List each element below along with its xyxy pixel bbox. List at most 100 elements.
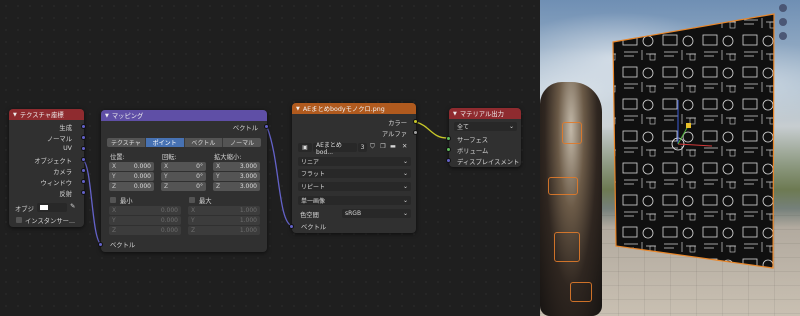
pan-icon[interactable] [779,32,787,40]
input-surface: サーフェス [457,137,489,144]
socket-window[interactable] [81,179,86,184]
location-z[interactable]: Z 0.000 [109,182,154,191]
triangle-down-icon[interactable]: ▼ [296,106,300,112]
target-dropdown[interactable]: 全て ⌄ [454,122,517,131]
location-x[interactable]: X 0.000 [109,162,154,171]
socket-surface[interactable] [446,136,451,141]
node-editor[interactable]: ▼ テクスチャ座標 生成 ノーマル UV オブジェクト カメラ ウィンドウ 反射… [0,0,540,316]
close-icon[interactable]: ✕ [402,143,407,150]
mapping-type-tabs[interactable]: テクスチャ ポイント ベクトル ノーマル [107,138,261,147]
output-camera: カメラ [53,169,72,176]
socket-reflection[interactable] [81,190,86,195]
texture-coordinate-node[interactable]: ▼ テクスチャ座標 生成 ノーマル UV オブジェクト カメラ ウィンドウ 反射… [9,109,86,227]
scale-z[interactable]: Z 3.000 [213,182,260,191]
location-y[interactable]: Y 0.000 [109,172,154,181]
max-checkbox[interactable] [189,197,195,203]
max-x: X 1.000 [188,206,260,215]
eyedropper-icon[interactable]: ✎ [70,203,75,210]
triangle-down-icon[interactable]: ▼ [13,112,17,118]
fake-user-shield-icon[interactable]: ⛉ [370,143,375,151]
output-object: オブジェクト [34,158,72,165]
min-checkbox[interactable] [110,197,116,203]
tab-point[interactable]: ポイント [145,138,185,147]
mapping-node[interactable]: ▼ マッピング ベクトル テクスチャ ポイント ベクトル ノーマル 位置: 回転… [98,110,269,252]
socket-alpha[interactable] [413,130,418,135]
node-title: テクスチャ座標 [19,112,64,119]
socket-displacement[interactable] [446,158,451,163]
zoom-icon[interactable] [779,18,787,26]
projection-dropdown[interactable]: フラット ⌄ [298,169,411,178]
input-volume: ボリューム [457,148,489,155]
chevron-down-icon: ⌄ [402,197,408,204]
socket-vector-out[interactable] [264,124,269,129]
image-name-field[interactable]: AEまとめbod... [313,142,357,156]
rotation-x[interactable]: X 0° [161,162,206,171]
object-label: オブジ [15,206,34,213]
chevron-down-icon: ⌄ [508,123,514,130]
node-title: マテリアル出力 [459,111,504,118]
socket-object[interactable] [81,157,86,162]
node-title: AEまとめbodyモノクロ.png [302,106,385,113]
triangle-down-icon[interactable]: ▼ [105,113,109,119]
duplicate-icon[interactable]: ❐ [380,143,386,150]
max-label: 最大 [199,198,212,205]
tab-vector[interactable]: ベクトル [184,138,224,147]
link-mapping-to-image [266,126,293,227]
socket-vector-in[interactable] [98,242,103,247]
node-header[interactable]: ▼ マッピング [101,110,267,121]
image-browse-button[interactable]: ▣ [298,143,312,152]
socket-volume[interactable] [446,147,451,152]
socket-camera[interactable] [81,168,86,173]
image-users-count[interactable]: 3 [358,143,367,152]
scale-label: 拡大縮小: [214,154,242,161]
node-header[interactable]: ▼ テクスチャ座標 [9,109,84,120]
socket-color[interactable] [413,119,418,124]
max-z: Z 1.000 [188,226,260,235]
output-reflection: 反射 [59,191,72,198]
tab-normal[interactable]: ノーマル [223,138,261,147]
socket-vector-in[interactable] [289,224,294,229]
image-texture-node[interactable]: ▼ AEまとめbodyモノクロ.png カラー アルファ ▣ AEまとめbod.… [289,103,418,233]
node-header[interactable]: ▼ AEまとめbodyモノクロ.png [292,103,416,114]
max-y: Y 1.000 [188,216,260,225]
triangle-down-icon[interactable]: ▼ [453,111,457,117]
3d-viewport[interactable] [540,0,800,316]
colorspace-label: 色空間 [300,212,319,219]
link-color-to-surface [415,121,448,139]
rotation-z[interactable]: Z 0° [161,182,206,191]
input-vector: ベクトル [110,242,136,249]
link-object-to-mapping [83,160,102,245]
material-output-node[interactable]: ▼ マテリアル出力 全て ⌄ サーフェス ボリューム ディスプレイスメント [446,108,521,167]
source-dropdown[interactable]: 単一画像 ⌄ [298,196,411,205]
rotation-y[interactable]: Y 0° [161,172,206,181]
min-z: Z 0.000 [109,226,181,235]
folder-icon[interactable]: ▬ [390,143,396,150]
view-gizmo-icon[interactable] [779,4,787,12]
chevron-down-icon: ⌄ [402,158,408,165]
min-x: X 0.000 [109,206,181,215]
extension-dropdown[interactable]: リピート ⌄ [298,182,411,191]
location-label: 位置: [110,154,125,161]
scale-x[interactable]: X 3.000 [213,162,260,171]
output-vector: ベクトル [232,125,258,132]
node-header[interactable]: ▼ マテリアル出力 [449,108,521,119]
input-vector: ベクトル [301,224,327,231]
output-normal: ノーマル [46,136,72,143]
socket-normal[interactable] [81,135,86,140]
output-color: カラー [388,120,407,127]
socket-uv[interactable] [81,146,86,151]
interpolation-dropdown[interactable]: リニア ⌄ [298,157,411,166]
output-alpha: アルファ [381,131,407,138]
object-picker[interactable] [37,203,67,212]
instancer-label: インスタンサー... [25,218,75,225]
tab-texture[interactable]: テクスチャ [107,138,146,147]
socket-generated[interactable] [81,124,86,129]
instancer-checkbox[interactable] [16,217,22,223]
output-window: ウィンドウ [40,180,72,187]
min-y: Y 0.000 [109,216,181,225]
colorspace-dropdown[interactable]: sRGB ⌄ [342,209,411,218]
textured-plane[interactable] [540,0,800,316]
output-uv: UV [63,145,72,152]
panel-face [612,13,775,269]
scale-y[interactable]: Y 3.000 [213,172,260,181]
